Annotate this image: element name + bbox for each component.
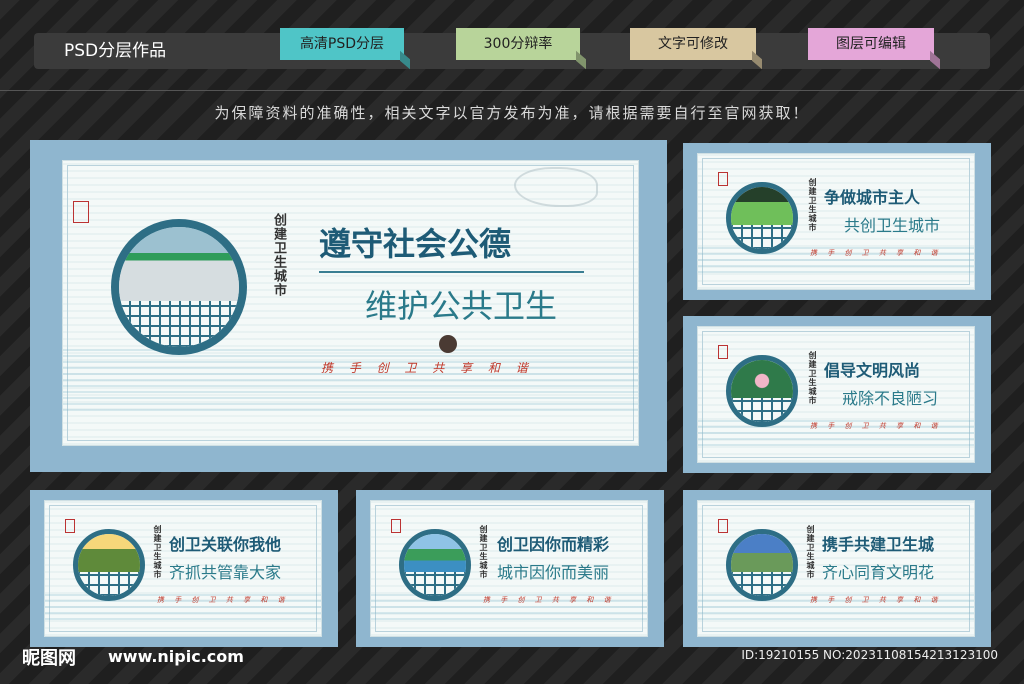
photo-circle — [73, 529, 145, 601]
board-panel: 创建卫生城市 创卫因你而精彩 城市因你而美丽 携 手 创 卫 共 享 和 谐 — [370, 500, 648, 637]
board-panel: 创建卫生城市 争做城市主人 共创卫生城市 携 手 创 卫 共 享 和 谐 — [697, 153, 975, 290]
vertical-slogan: 创建卫生城市 — [808, 351, 818, 405]
notice-text: 为保障资料的准确性，相关文字以官方发布为准，请根据需要自行至官网获取！ — [214, 104, 810, 122]
lattice-pattern — [731, 225, 793, 249]
board-panel: 创建卫生城市 遵守社会公德 维护公共卫生 携 手 创 卫 共 享 和 谐 — [62, 160, 639, 446]
divider — [0, 90, 1024, 91]
board-5: 创建卫生城市 携手共建卫生城 齐心同育文明花 携 手 创 卫 共 享 和 谐 — [683, 490, 991, 647]
lattice-pattern — [404, 572, 466, 596]
lattice-pattern — [731, 572, 793, 596]
family-photo — [78, 534, 140, 573]
board-title-secondary: 城市因你而美丽 — [497, 563, 610, 582]
river-photo — [404, 534, 466, 573]
skyline-photo — [731, 534, 793, 573]
board-title-primary: 倡导文明风尚 — [824, 361, 921, 380]
board-title-secondary: 齐抓共管靠大家 — [169, 563, 282, 582]
photo-circle — [726, 355, 798, 427]
board-title-secondary: 齐心同育文明花 — [822, 563, 935, 582]
board-title-primary: 争做城市主人 — [824, 188, 921, 207]
emblem-icon — [439, 335, 457, 353]
photo-circle — [399, 529, 471, 601]
photo-circle — [111, 219, 247, 355]
lattice-pattern — [78, 572, 140, 596]
board-slogan: 携 手 创 卫 共 享 和 谐 — [483, 596, 615, 604]
seal-icon — [718, 172, 728, 186]
board-4: 创建卫生城市 创卫因你而精彩 城市因你而美丽 携 手 创 卫 共 享 和 谐 — [356, 490, 664, 647]
photo-circle — [726, 182, 798, 254]
tag-editable-layers: 图层可编辑 — [808, 28, 934, 60]
board-title-primary: 携手共建卫生城 — [822, 535, 935, 554]
vertical-slogan: 创建卫生城市 — [153, 525, 163, 579]
board-2: 创建卫生城市 倡导文明风尚 戒除不良陋习 携 手 创 卫 共 享 和 谐 — [683, 316, 991, 473]
seal-icon — [391, 519, 401, 533]
board-panel: 创建卫生城市 携手共建卫生城 齐心同育文明花 携 手 创 卫 共 享 和 谐 — [697, 500, 975, 637]
tag-hd-psd: 高清PSD分层 — [280, 28, 404, 60]
wave-pattern — [63, 348, 638, 411]
board-slogan: 携 手 创 卫 共 享 和 谐 — [321, 361, 534, 375]
board-title-primary: 创卫关联你我他 — [169, 535, 282, 554]
board-title-primary: 创卫因你而精彩 — [497, 535, 610, 554]
vertical-slogan: 创建卫生城市 — [479, 525, 489, 579]
board-slogan: 携 手 创 卫 共 享 和 谐 — [810, 249, 942, 257]
vertical-slogan: 创建卫生城市 — [806, 525, 816, 579]
cloud-icon — [514, 167, 598, 207]
vertical-slogan: 创建卫生城市 — [808, 178, 818, 232]
seal-icon — [65, 519, 75, 533]
board-title-secondary: 戒除不良陋习 — [842, 389, 939, 408]
board-title-primary: 遵守社会公德 — [319, 225, 512, 263]
seal-icon — [73, 201, 89, 223]
board-1: 创建卫生城市 争做城市主人 共创卫生城市 携 手 创 卫 共 享 和 谐 — [683, 143, 991, 300]
seal-icon — [718, 345, 728, 359]
board-slogan: 携 手 创 卫 共 享 和 谐 — [810, 422, 942, 430]
board-title-secondary: 共创卫生城市 — [844, 216, 941, 235]
board-title-secondary: 维护公共卫生 — [365, 287, 558, 325]
board-main: 创建卫生城市 遵守社会公德 维护公共卫生 携 手 创 卫 共 享 和 谐 — [30, 140, 667, 472]
watermark-logo: 昵图网 — [22, 648, 76, 669]
photo-circle — [726, 529, 798, 601]
board-panel: 创建卫生城市 倡导文明风尚 戒除不良陋习 携 手 创 卫 共 享 和 谐 — [697, 326, 975, 463]
board-slogan: 携 手 创 卫 共 享 和 谐 — [810, 596, 942, 604]
brand-label: PSD分层作品 — [64, 41, 167, 61]
board-3: 创建卫生城市 创卫关联你我他 齐抓共管靠大家 携 手 创 卫 共 享 和 谐 — [30, 490, 338, 647]
lattice-pattern — [119, 301, 239, 347]
board-panel: 创建卫生城市 创卫关联你我他 齐抓共管靠大家 携 手 创 卫 共 享 和 谐 — [44, 500, 322, 637]
title-separator — [319, 271, 584, 273]
watermark-url: www.nipic.com — [108, 647, 244, 666]
lotus-photo — [731, 360, 793, 399]
vertical-slogan: 创建卫生城市 — [271, 213, 286, 297]
board-slogan: 携 手 创 卫 共 享 和 谐 — [157, 596, 289, 604]
watermark-id: ID:19210155 NO:20231108154213123100 — [741, 648, 998, 662]
tag-editable-text: 文字可修改 — [630, 28, 756, 60]
park-photo — [731, 187, 793, 226]
seal-icon — [718, 519, 728, 533]
kiosk-photo — [119, 227, 239, 302]
tag-resolution: 300分辩率 — [456, 28, 580, 60]
lattice-pattern — [731, 398, 793, 422]
